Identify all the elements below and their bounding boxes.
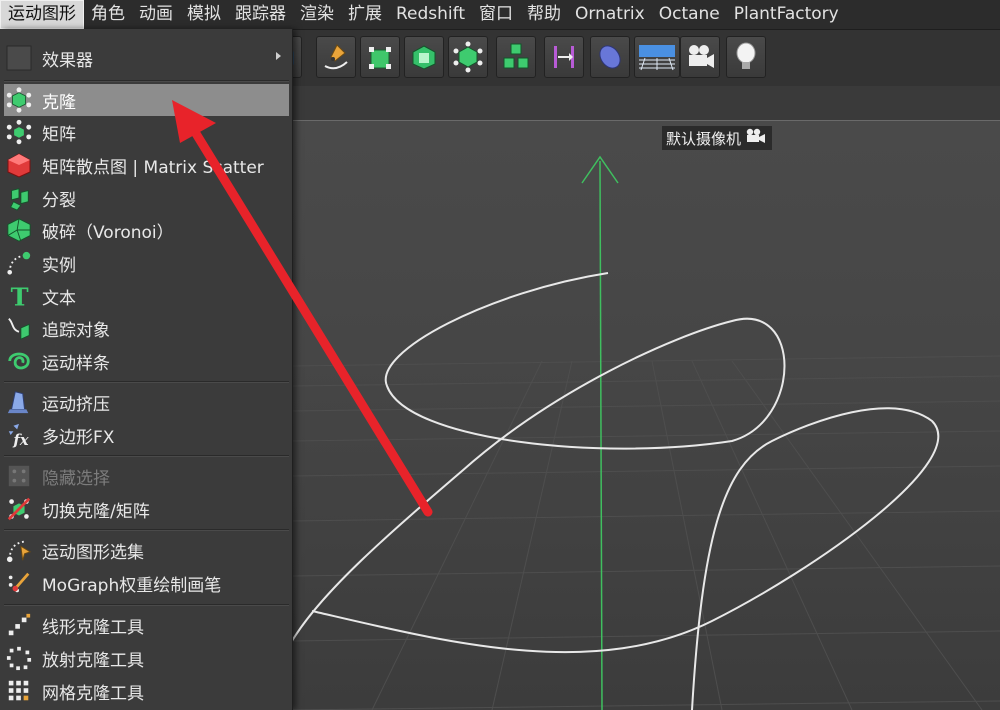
- measure-icon[interactable]: [544, 36, 584, 78]
- menu-item-cloner[interactable]: 克隆: [4, 84, 289, 116]
- menu-item-toggle-clone-matrix-label: 切换克隆/矩阵: [42, 501, 150, 522]
- menu-ornatrix[interactable]: Ornatrix: [568, 0, 652, 29]
- bend-deformer-icon[interactable]: [360, 36, 400, 78]
- menu-plantfactory[interactable]: PlantFactory: [727, 0, 846, 29]
- instance-cubes-icon[interactable]: [496, 36, 536, 78]
- menu-divider: [4, 80, 289, 82]
- menu-render[interactable]: 渲染: [293, 0, 341, 29]
- menu-item-moextrude-label: 运动挤压: [42, 394, 110, 415]
- extrude-icon: [4, 387, 34, 417]
- menu-item-radial-clone-tool-label: 放射克隆工具: [42, 650, 144, 671]
- menu-divider: [4, 455, 289, 457]
- menu-item-mospline[interactable]: 运动样条: [4, 345, 289, 377]
- cloner-cube-icon[interactable]: [448, 36, 488, 78]
- menu-item-voronoi-fracture-label: 破碎（Voronoi）: [42, 222, 174, 243]
- y-axis: [581, 155, 619, 710]
- light-bulb-icon[interactable]: [726, 36, 766, 78]
- tracer-icon: [4, 313, 34, 343]
- menu-character[interactable]: 角色: [84, 0, 132, 29]
- menu-octane[interactable]: Octane: [652, 0, 727, 29]
- menu-help[interactable]: 帮助: [520, 0, 568, 29]
- cloner-icon: [4, 85, 34, 115]
- menu-mograph[interactable]: 运动图形: [0, 0, 84, 29]
- menu-item-matrix-label: 矩阵: [42, 124, 76, 145]
- menu-item-grid-clone-tool[interactable]: 网格克隆工具: [4, 675, 289, 707]
- menu-item-polyfx[interactable]: fx 多边形FX: [4, 419, 289, 451]
- menu-item-matrix-scatter-label: 矩阵散点图 | Matrix Scatter: [42, 157, 264, 178]
- spline-curve[interactable]: [292, 272, 940, 710]
- mograph-selection-icon: [4, 535, 34, 565]
- effector-icon: [4, 43, 34, 73]
- menu-item-instance[interactable]: 实例: [4, 247, 289, 279]
- menu-extensions[interactable]: 扩展: [341, 0, 389, 29]
- menu-item-weight-brush-label: MoGraph权重绘制画笔: [42, 575, 222, 596]
- menu-item-cloner-label: 克隆: [42, 92, 76, 113]
- menu-item-effector[interactable]: 效果器: [4, 41, 289, 75]
- menu-item-moextrude[interactable]: 运动挤压: [4, 386, 289, 418]
- menu-bar: 运动图形 角色 动画 模拟 跟踪器 渲染 扩展 Redshift 窗口 帮助 O…: [0, 0, 1000, 30]
- menu-item-text-label: 文本: [42, 288, 76, 309]
- menu-item-mograph-selection-label: 运动图形选集: [42, 542, 144, 563]
- radial-clone-icon: [4, 643, 34, 673]
- menu-item-tracer-label: 追踪对象: [42, 320, 110, 341]
- menu-item-polyfx-label: 多边形FX: [42, 427, 115, 448]
- menu-divider: [4, 604, 289, 606]
- menu-item-hide-selection-label: 隐藏选择: [42, 468, 110, 489]
- menu-item-tracer[interactable]: 追踪对象: [4, 312, 289, 344]
- menu-divider: [4, 529, 289, 531]
- subdivision-cube-icon[interactable]: [404, 36, 444, 78]
- linear-clone-icon: [4, 610, 34, 640]
- menu-item-toggle-clone-matrix[interactable]: 切换克隆/矩阵: [4, 493, 289, 525]
- menu-item-hide-selection: 隐藏选择: [4, 460, 289, 492]
- weight-brush-icon: [4, 568, 34, 598]
- menu-item-grid-clone-tool-label: 网格克隆工具: [42, 683, 144, 704]
- matrix-scatter-icon: [4, 150, 34, 180]
- menu-item-radial-clone-tool[interactable]: 放射克隆工具: [4, 642, 289, 674]
- mospline-icon: [4, 346, 34, 376]
- grid-clone-icon: [4, 676, 34, 706]
- svg-text:fx: fx: [12, 431, 28, 448]
- menu-animate[interactable]: 动画: [132, 0, 180, 29]
- 3d-viewport[interactable]: 默认摄像机: [292, 121, 1000, 710]
- floor-plane-icon[interactable]: [634, 36, 680, 78]
- menu-item-instance-label: 实例: [42, 255, 76, 276]
- menu-simulate[interactable]: 模拟: [180, 0, 228, 29]
- menu-item-fracture[interactable]: 分裂: [4, 182, 289, 214]
- pen-spline-icon[interactable]: [316, 36, 356, 78]
- menu-item-linear-clone-tool[interactable]: 线形克隆工具: [4, 609, 289, 641]
- menu-item-fracture-label: 分裂: [42, 190, 76, 211]
- toggle-clone-matrix-icon: [4, 494, 34, 524]
- voronoi-fracture-icon: [4, 215, 34, 245]
- camera-icon: [744, 128, 768, 148]
- menu-item-mospline-label: 运动样条: [42, 353, 110, 374]
- menu-item-matrix[interactable]: 矩阵: [4, 116, 289, 148]
- menu-item-linear-clone-tool-label: 线形克隆工具: [42, 617, 144, 638]
- camera-label-text: 默认摄像机: [666, 129, 742, 148]
- menu-item-mograph-selection[interactable]: 运动图形选集: [4, 534, 289, 566]
- hide-selection-icon: [4, 461, 34, 491]
- menu-item-effector-label: 效果器: [42, 50, 93, 71]
- menu-tracker[interactable]: 跟踪器: [228, 0, 293, 29]
- submenu-arrow-icon: [276, 52, 281, 60]
- menu-item-matrix-scatter[interactable]: 矩阵散点图 | Matrix Scatter: [4, 149, 289, 181]
- mograph-dropdown-menu: 效果器 克隆 矩阵 矩阵散点图 | Matrix Scatter 分裂 破碎（V…: [0, 29, 293, 710]
- matrix-icon: [4, 117, 34, 147]
- menu-window[interactable]: 窗口: [472, 0, 520, 29]
- menu-item-voronoi-fracture[interactable]: 破碎（Voronoi）: [4, 214, 289, 246]
- fracture-icon: [4, 183, 34, 213]
- menu-item-weight-brush[interactable]: MoGraph权重绘制画笔: [4, 567, 289, 599]
- svg-text:T: T: [11, 283, 29, 309]
- menu-redshift[interactable]: Redshift: [389, 0, 472, 29]
- menu-item-text[interactable]: T 文本: [4, 280, 289, 312]
- viewport-grid: [292, 155, 1000, 710]
- camera-label[interactable]: 默认摄像机: [662, 126, 773, 150]
- instance-icon: [4, 248, 34, 278]
- camera-icon[interactable]: [680, 36, 720, 78]
- deformer-blob-icon[interactable]: [590, 36, 630, 78]
- polyfx-icon: fx: [4, 420, 34, 450]
- text-icon: T: [4, 281, 34, 311]
- menu-divider: [4, 381, 289, 383]
